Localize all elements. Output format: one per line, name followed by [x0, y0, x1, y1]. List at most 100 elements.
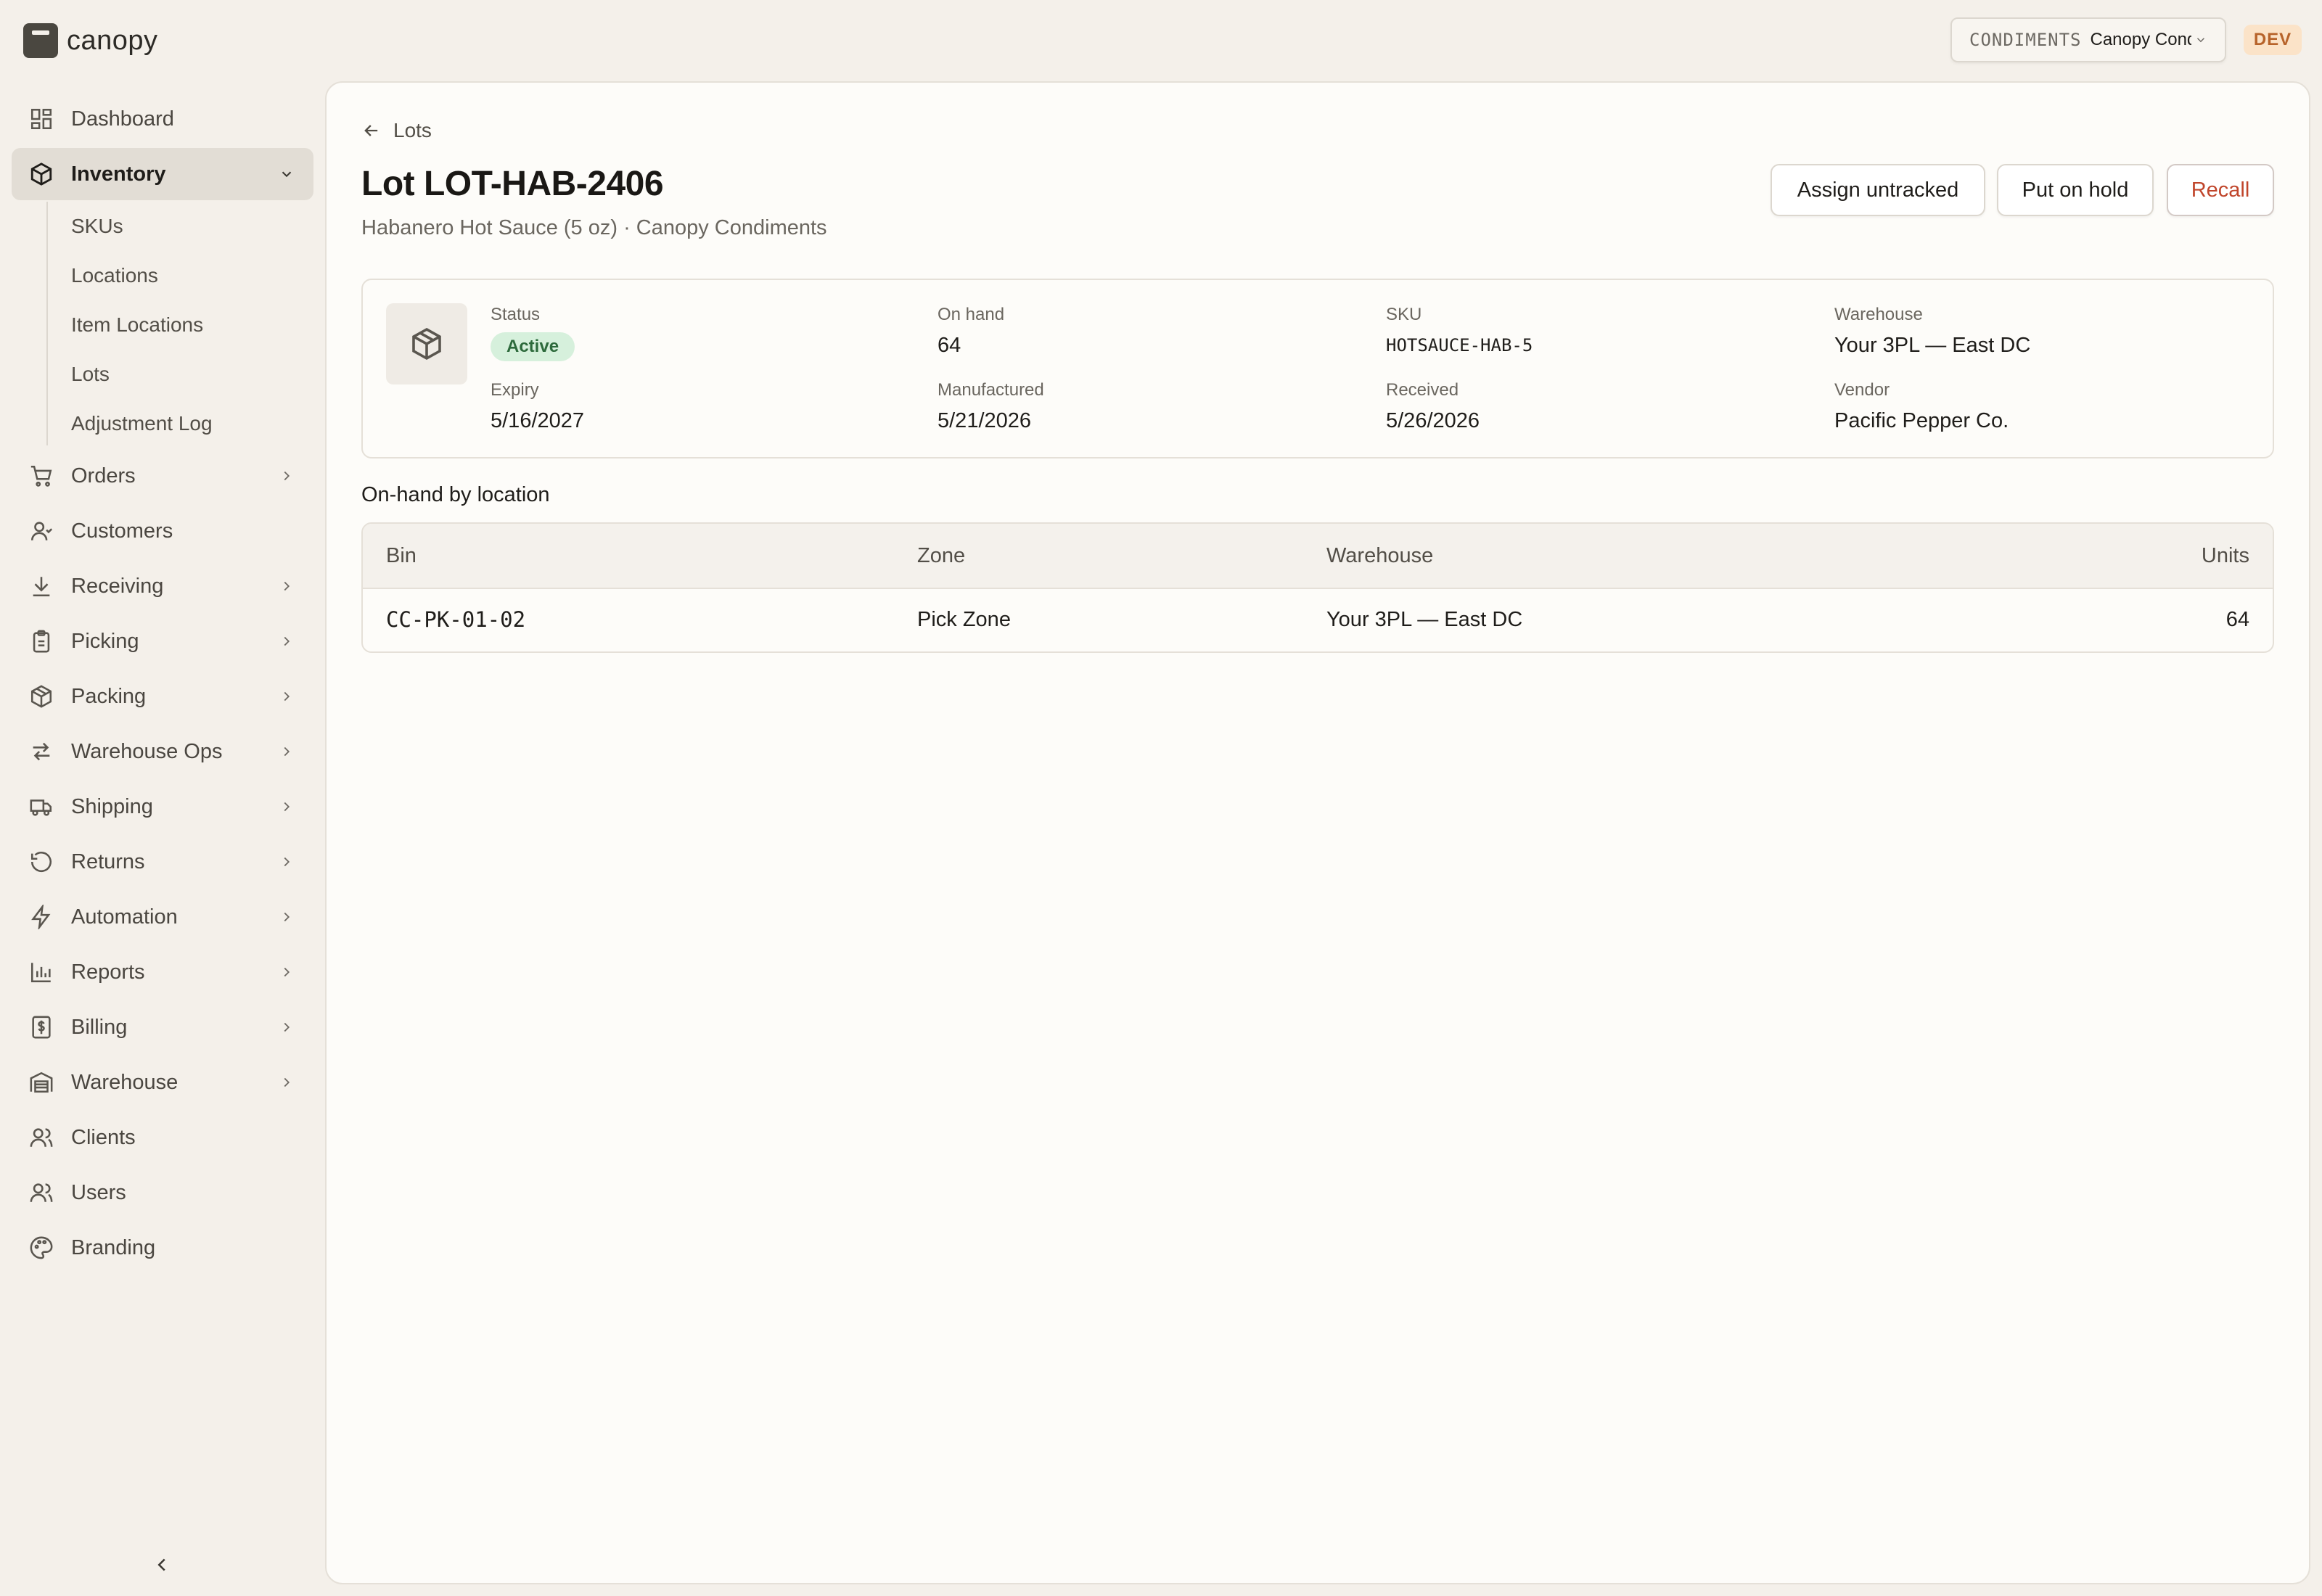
submenu-rail	[46, 202, 48, 445]
chevron-right-icon	[284, 802, 290, 812]
sidebar-item-dashboard[interactable]: Dashboard	[12, 93, 313, 145]
package-icon	[30, 685, 52, 708]
manufactured-field: Manufactured 5/21/2026	[938, 379, 1044, 434]
chevron-right-icon	[284, 912, 290, 922]
sidebar-subitem-skus[interactable]: SKUs	[71, 212, 123, 241]
sidebar-item-returns[interactable]: Returns	[12, 836, 313, 888]
sidebar-item-label: Users	[71, 1180, 126, 1204]
users-icon	[30, 1128, 53, 1147]
logo-text: canopy	[67, 25, 158, 56]
table-row[interactable]: CC-PK-01-02 Pick Zone Your 3PL — East DC…	[363, 588, 2273, 651]
sidebar-item-label: Warehouse	[71, 1070, 179, 1094]
sidebar-item-reports[interactable]: Reports	[12, 946, 313, 998]
sidebar-item-customers[interactable]: Customers	[12, 505, 313, 557]
expiry-field: Expiry 5/16/2027	[491, 379, 584, 434]
chevron-down-icon	[2197, 38, 2205, 43]
lightning-icon	[31, 905, 51, 929]
received-field: Received 5/26/2026	[1386, 379, 1480, 434]
table-header: Bin Zone Warehouse Units	[363, 524, 2273, 589]
lot-summary-card: Status Active On hand 64 SKU HOTSAUCE-HA…	[361, 279, 2274, 458]
sidebar-item-label: Clients	[71, 1125, 136, 1149]
received-value: 5/26/2026	[1386, 409, 1480, 432]
sidebar-item-users[interactable]: Users	[12, 1167, 313, 1219]
sidebar-item-picking[interactable]: Picking	[12, 615, 313, 667]
user-group-icon	[30, 1183, 53, 1202]
sku-field: SKU HOTSAUCE-HAB-5	[1386, 303, 1533, 358]
sidebar-item-inventory[interactable]: Inventory	[12, 148, 313, 200]
sku-value[interactable]: HOTSAUCE-HAB-5	[1386, 332, 1533, 358]
sidebar-item-label: Billing	[71, 1015, 128, 1039]
chevron-down-icon	[282, 171, 292, 178]
sidebar-item-shipping[interactable]: Shipping	[12, 781, 313, 833]
canopy-logo-icon	[23, 23, 58, 58]
warehouse-field: Warehouse Your 3PL — East DC	[1834, 303, 2030, 358]
sidebar-item-label: Reports	[71, 960, 145, 984]
sidebar-subitem-lots[interactable]: Lots	[71, 360, 110, 389]
app-logo[interactable]: canopy	[23, 23, 158, 58]
sidebar-item-label: Warehouse Ops	[71, 739, 223, 763]
column-header-zone[interactable]: Zone	[917, 524, 965, 588]
sidebar-item-label: Automation	[71, 905, 178, 929]
box-icon	[30, 163, 52, 186]
sidebar-subitem-adjustment-log[interactable]: Adjustment Log	[71, 409, 213, 438]
chevron-right-icon	[284, 691, 290, 702]
recall-button[interactable]: Recall	[2167, 164, 2274, 216]
page-title: Lot LOT-HAB-2406	[361, 165, 664, 203]
dollar-icon	[32, 1016, 51, 1039]
manufactured-label: Manufactured	[938, 380, 1044, 400]
sidebar-item-packing[interactable]: Packing	[12, 670, 313, 723]
column-header-units[interactable]: Units	[2202, 524, 2249, 588]
warehouse-value: Your 3PL — East DC	[1834, 334, 2031, 357]
sidebar-subitem-locations[interactable]: Locations	[71, 261, 158, 290]
chevron-right-icon	[284, 1077, 290, 1087]
sidebar-item-warehouse-ops[interactable]: Warehouse Ops	[12, 725, 313, 778]
sidebar-item-warehouse[interactable]: Warehouse	[12, 1056, 313, 1108]
assign-untracked-button[interactable]: Assign untracked	[1771, 164, 1985, 216]
sku-label: SKU	[1386, 305, 1422, 324]
back-link[interactable]: Lots	[361, 119, 432, 142]
chevron-right-icon	[284, 857, 290, 867]
sidebar-item-clients[interactable]: Clients	[12, 1111, 313, 1164]
expiry-value: 5/16/2027	[491, 409, 585, 432]
sidebar-item-orders[interactable]: Orders	[12, 450, 313, 502]
sidebar-item-billing[interactable]: Billing	[12, 1001, 313, 1053]
lot-icon-box	[386, 303, 467, 384]
sidebar-item-label: Picking	[71, 629, 139, 653]
chevron-right-icon	[284, 636, 290, 646]
cart-icon	[30, 465, 52, 487]
palette-icon	[30, 1236, 53, 1259]
status-label: Status	[491, 305, 541, 324]
sidebar-item-automation[interactable]: Automation	[12, 891, 313, 943]
client-selector[interactable]: CONDIMENTS Canopy Condiments	[1950, 17, 2226, 62]
sidebar-item-label: Inventory	[71, 162, 166, 186]
collapse-sidebar-icon[interactable]	[151, 1554, 173, 1576]
warehouse-icon	[30, 1071, 53, 1093]
transfer-arrows-icon	[33, 742, 50, 761]
column-header-bin[interactable]: Bin	[386, 524, 417, 588]
back-link-label: Lots	[393, 119, 432, 141]
cell-bin: CC-PK-01-02	[386, 607, 526, 632]
onhand-section-title: On-hand by location	[361, 483, 550, 506]
sidebar-subitem-item-locations[interactable]: Item Locations	[71, 310, 203, 340]
main-panel: Lots Lot LOT-HAB-2406 Habanero Hot Sauce…	[325, 81, 2310, 1584]
sidebar-item-receiving[interactable]: Receiving	[12, 560, 313, 612]
sidebar-item-label: Shipping	[71, 794, 153, 818]
sidebar-item-label: Customers	[71, 519, 173, 543]
box-icon	[412, 327, 441, 361]
onhand-table: Bin Zone Warehouse Units CC-PK-01-02 Pic…	[361, 522, 2274, 653]
sidebar-item-label: Orders	[71, 464, 136, 488]
chevron-right-icon	[284, 746, 290, 757]
status-badge: Active	[491, 332, 575, 361]
chevron-right-icon	[284, 967, 290, 977]
sidebar-item-label: Dashboard	[71, 107, 174, 131]
expiry-label: Expiry	[491, 380, 539, 400]
column-header-warehouse[interactable]: Warehouse	[1326, 524, 1433, 588]
cell-warehouse: Your 3PL — East DC	[1326, 608, 1523, 631]
on-hand-field: On hand 64	[938, 303, 1004, 358]
put-on-hold-button[interactable]: Put on hold	[1997, 164, 2154, 216]
warehouse-label: Warehouse	[1834, 305, 1923, 324]
sidebar-item-branding[interactable]: Branding	[12, 1222, 313, 1274]
cell-zone: Pick Zone	[917, 608, 1011, 631]
sidebar-item-label: Receiving	[71, 574, 164, 598]
truck-icon	[30, 799, 52, 816]
